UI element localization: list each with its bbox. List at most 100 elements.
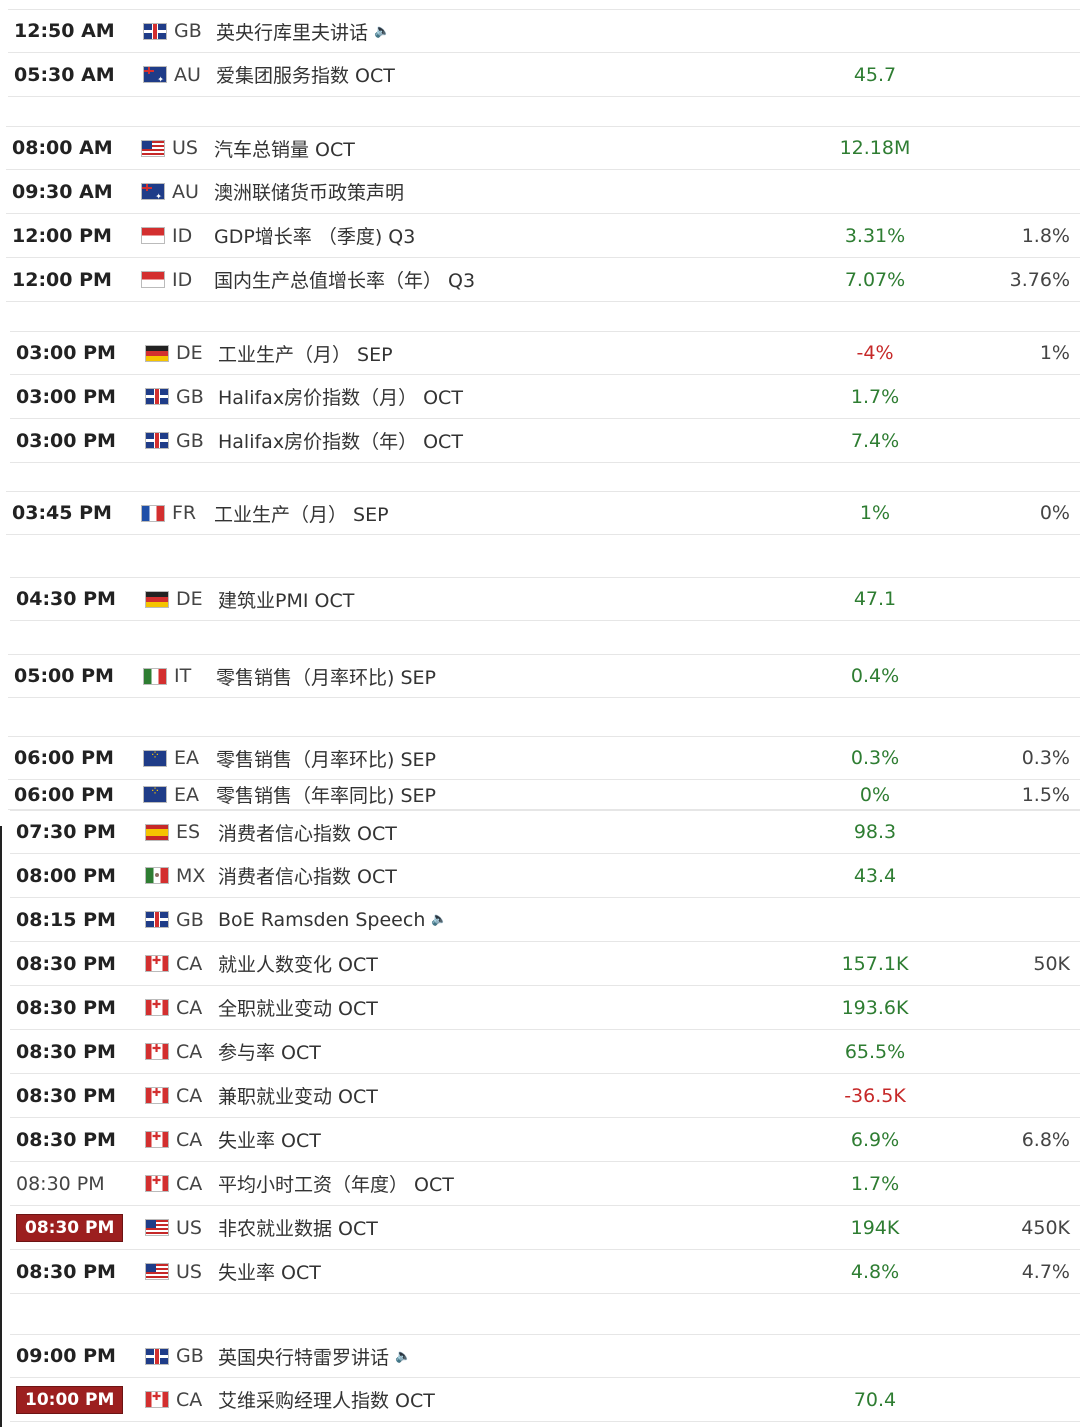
country-code: CA (176, 1084, 203, 1107)
flag-gb-icon (146, 1348, 168, 1364)
event-name[interactable]: 兼职就业变动 OCT (218, 1082, 800, 1109)
event-name[interactable]: 失业率 OCT (218, 1258, 800, 1285)
event-name[interactable]: Halifax房价指数（月） OCT (218, 383, 800, 410)
calendar-row[interactable]: 08:30 PM US 失业率 OCT 4.8% 4.7% (10, 1250, 1080, 1294)
calendar-row[interactable]: 04:30 PM DE 建筑业PMI OCT 47.1 (10, 577, 1080, 621)
country-code: FR (172, 502, 197, 524)
forecast-value: 0% (1039, 502, 1070, 524)
calendar-row[interactable]: 10:00 PM CA 艾维采购经理人指数 OCT 70.4 (10, 1378, 1080, 1422)
calendar-row[interactable]: 08:30 PM US 非农就业数据 OCT 194K 450K (10, 1206, 1080, 1250)
calendar-row[interactable]: 08:00 PM MX 消费者信心指数 OCT 43.4 (10, 854, 1080, 898)
country-cell: GB (146, 386, 218, 408)
country-code: CA (176, 1040, 203, 1063)
event-time: 10:00 PM (10, 1385, 146, 1414)
actual-value: 0% (859, 783, 891, 806)
country-cell: ID (142, 225, 214, 247)
calendar-row[interactable]: 12:00 PM ID 国内生产总值增长率（年） Q3 7.07% 3.76% (6, 258, 1080, 302)
event-name[interactable]: 英央行库里夫讲话 🔈 (216, 18, 800, 45)
event-label: 就业人数变化 OCT (218, 954, 378, 976)
group-9: 09:00 PM GB 英国央行特雷罗讲话 🔈 10:00 PM CA 艾维采购经理人指数 … (10, 1334, 1080, 1422)
country-cell: CA (146, 1041, 218, 1063)
event-name[interactable]: GDP增长率 （季度) Q3 (214, 222, 800, 249)
actual-value: 70.4 (853, 1388, 897, 1411)
speaker-icon: 🔈 (374, 23, 391, 39)
calendar-row[interactable]: 03:45 PM FR 工业生产（月） SEP 1% 0% (6, 491, 1080, 535)
calendar-row[interactable]: 03:00 PM GB Halifax房价指数（月） OCT 1.7% (10, 375, 1080, 419)
flag-gb-icon (146, 912, 168, 927)
flag-gb-icon (146, 389, 168, 404)
flag-id-icon (142, 228, 164, 243)
event-name[interactable]: 国内生产总值增长率（年） Q3 (214, 266, 800, 293)
calendar-row[interactable]: 08:30 PM CA 兼职就业变动 OCT -36.5K (10, 1074, 1080, 1118)
calendar-row[interactable]: 08:15 PM GB BoE Ramsden Speech 🔈 (10, 898, 1080, 942)
event-name[interactable]: Halifax房价指数（年） OCT (218, 427, 800, 454)
calendar-row[interactable]: 07:30 PM ES 消费者信心指数 OCT 98.3 (10, 810, 1080, 854)
event-name[interactable]: 工业生产（月） SEP (218, 340, 800, 367)
flag-ca-icon (146, 1176, 168, 1191)
calendar-row[interactable]: 08:30 PM CA 参与率 OCT 65.5% (10, 1030, 1080, 1074)
event-time: 09:30 AM (12, 180, 113, 203)
country-code: CA (176, 996, 203, 1019)
event-name[interactable]: 失业率 OCT (218, 1126, 800, 1153)
country-cell: GB (146, 1345, 218, 1367)
event-label: 零售销售（月率环比) SEP (216, 748, 436, 771)
event-name[interactable]: 艾维采购经理人指数 OCT (218, 1386, 800, 1413)
calendar-row[interactable]: 06:00 PM EA 零售销售（年率同比) SEP 0% 1.5% (8, 780, 1080, 810)
event-label: 零售销售（月率环比) SEP (216, 666, 436, 689)
calendar-row[interactable]: 08:30 PM CA 平均小时工资（年度） OCT 1.7% (10, 1162, 1080, 1206)
calendar-row[interactable]: 05:30 AM AU 爱集团服务指数 OCT 45.7 (8, 53, 1080, 97)
event-name[interactable]: 消费者信心指数 OCT (218, 862, 800, 889)
event-name[interactable]: 爱集团服务指数 OCT (216, 61, 800, 88)
country-code: GB (176, 1345, 204, 1367)
calendar-row[interactable]: 08:00 AM US 汽车总销量 OCT 12.18M (6, 126, 1080, 170)
calendar-row[interactable]: 09:30 AM AU 澳洲联储货币政策声明 (6, 170, 1080, 214)
speaker-icon: 🔈 (431, 912, 448, 927)
country-cell: DE (146, 588, 218, 610)
calendar-row[interactable]: 09:00 PM GB 英国央行特雷罗讲话 🔈 (10, 1334, 1080, 1378)
event-name[interactable]: 澳洲联储货币政策声明 (214, 178, 800, 205)
calendar-row[interactable]: 06:00 PM EA 零售销售（月率环比) SEP 0.3% 0.3% (8, 736, 1080, 780)
event-name[interactable]: BoE Ramsden Speech 🔈 (218, 909, 800, 931)
event-name[interactable]: 建筑业PMI OCT (218, 586, 800, 613)
group-2: 08:00 AM US 汽车总销量 OCT 12.18M 09:30 AM AU 澳洲联储货… (6, 126, 1080, 302)
actual-value: 45.7 (853, 63, 897, 86)
calendar-row[interactable]: 05:00 PM IT 零售销售（月率环比) SEP 0.4% (8, 654, 1080, 698)
country-code: CA (176, 1172, 203, 1195)
event-time: 03:00 PM (16, 385, 116, 408)
calendar-row[interactable]: 08:30 PM CA 失业率 OCT 6.9% 6.8% (10, 1118, 1080, 1162)
event-name[interactable]: 零售销售（年率同比) SEP (216, 781, 800, 808)
event-label: 爱集团服务指数 OCT (216, 65, 395, 87)
event-name[interactable]: 工业生产（月） SEP (214, 500, 800, 527)
event-label: BoE Ramsden Speech (218, 908, 426, 931)
actual-value: 12.18M (839, 137, 911, 159)
event-name[interactable]: 全职就业变动 OCT (218, 994, 800, 1021)
event-name[interactable]: 英国央行特雷罗讲话 🔈 (218, 1343, 800, 1370)
country-code: ID (172, 224, 193, 247)
event-name[interactable]: 消费者信心指数 OCT (218, 819, 800, 846)
calendar-row[interactable]: 03:00 PM GB Halifax房价指数（年） OCT 7.4% (10, 419, 1080, 463)
group-4: 03:45 PM FR 工业生产（月） SEP 1% 0% (6, 491, 1080, 535)
calendar-row[interactable]: 08:30 PM CA 就业人数变化 OCT 157.1K 50K (10, 942, 1080, 986)
event-label: 国内生产总值增长率（年） Q3 (214, 270, 476, 292)
flag-fr-icon (142, 505, 164, 521)
highlighted-time-badge: 08:30 PM (16, 1213, 124, 1242)
event-time: 08:30 PM (16, 996, 116, 1019)
forecast-value: 50K (1033, 952, 1070, 975)
event-name[interactable]: 零售销售（月率环比) SEP (216, 745, 800, 772)
flag-au-icon (142, 184, 164, 199)
actual-value: 6.9% (850, 1128, 900, 1151)
event-name[interactable]: 非农就业数据 OCT (218, 1214, 800, 1241)
calendar-row[interactable]: 12:00 PM ID GDP增长率 （季度) Q3 3.31% 1.8% (6, 214, 1080, 258)
event-name[interactable]: 零售销售（月率环比) SEP (216, 663, 800, 690)
calendar-row[interactable]: 08:30 PM CA 全职就业变动 OCT 193.6K (10, 986, 1080, 1030)
country-code: GB (174, 20, 202, 42)
event-name[interactable]: 参与率 OCT (218, 1038, 800, 1065)
country-cell: US (146, 1261, 218, 1283)
event-time: 08:30 PM (16, 1172, 105, 1195)
event-name[interactable]: 汽车总销量 OCT (214, 135, 800, 162)
calendar-row[interactable]: 03:00 PM DE 工业生产（月） SEP -4% 1% (10, 331, 1080, 375)
calendar-row[interactable]: 12:50 AM GB 英央行库里夫讲话 🔈 (8, 9, 1080, 53)
flag-ca-icon (146, 1000, 168, 1015)
event-name[interactable]: 平均小时工资（年度） OCT (218, 1170, 800, 1197)
event-name[interactable]: 就业人数变化 OCT (218, 950, 800, 977)
